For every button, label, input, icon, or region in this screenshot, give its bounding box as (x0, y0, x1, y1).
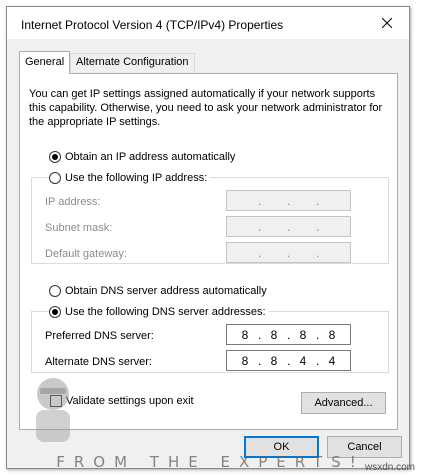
window-title: Internet Protocol Version 4 (TCP/IPv4) P… (21, 18, 284, 32)
alternate-dns-label: Alternate DNS server: (45, 356, 152, 368)
radio-use-following-dns[interactable]: Use the following DNS server addresses: (49, 306, 269, 318)
tab-alternate-configuration[interactable]: Alternate Configuration (70, 53, 195, 72)
ip-address-input[interactable]: . . . (226, 190, 351, 211)
ok-button[interactable]: OK (244, 436, 319, 458)
validate-settings-checkbox[interactable]: Validate settings upon exit (50, 395, 194, 407)
radio-indicator (49, 172, 61, 184)
close-icon (382, 18, 392, 28)
radio-label: Obtain DNS server address automatically (65, 285, 267, 297)
subnet-mask-input[interactable]: . . . (226, 216, 351, 237)
radio-indicator (49, 151, 61, 163)
default-gateway-input[interactable]: . . . (226, 242, 351, 263)
checkbox-label: Validate settings upon exit (66, 395, 194, 407)
general-tab-panel: You can get IP settings assigned automat… (19, 73, 398, 430)
ip-address-label: IP address: (45, 196, 101, 208)
tab-general[interactable]: General (19, 51, 71, 74)
alternate-dns-input[interactable]: 8. 8. 4. 4 (226, 350, 351, 371)
default-gateway-label: Default gateway: (45, 248, 127, 260)
preferred-dns-label: Preferred DNS server: (45, 330, 154, 342)
description-text: You can get IP settings assigned automat… (29, 88, 383, 128)
preferred-dns-input[interactable]: 8. 8. 8. 8 (226, 324, 351, 345)
cancel-button[interactable]: Cancel (327, 436, 402, 458)
radio-obtain-ip-automatically[interactable]: Obtain an IP address automatically (49, 151, 235, 163)
title-bar: Internet Protocol Version 4 (TCP/IPv4) P… (7, 7, 409, 39)
tcpip-properties-dialog: Internet Protocol Version 4 (TCP/IPv4) P… (6, 6, 410, 469)
radio-obtain-dns-automatically[interactable]: Obtain DNS server address automatically (49, 285, 267, 297)
radio-label: Use the following IP address: (65, 172, 208, 184)
radio-label: Use the following DNS server addresses: (65, 306, 266, 318)
radio-use-following-ip[interactable]: Use the following IP address: (49, 172, 211, 184)
radio-indicator (49, 306, 61, 318)
radio-indicator (49, 285, 61, 297)
radio-label: Obtain an IP address automatically (65, 151, 236, 163)
checkbox-indicator (50, 395, 62, 407)
site-label: wsxdn.com (364, 462, 415, 473)
advanced-button[interactable]: Advanced... (301, 392, 386, 414)
close-button[interactable] (365, 7, 409, 39)
subnet-mask-label: Subnet mask: (45, 222, 113, 234)
